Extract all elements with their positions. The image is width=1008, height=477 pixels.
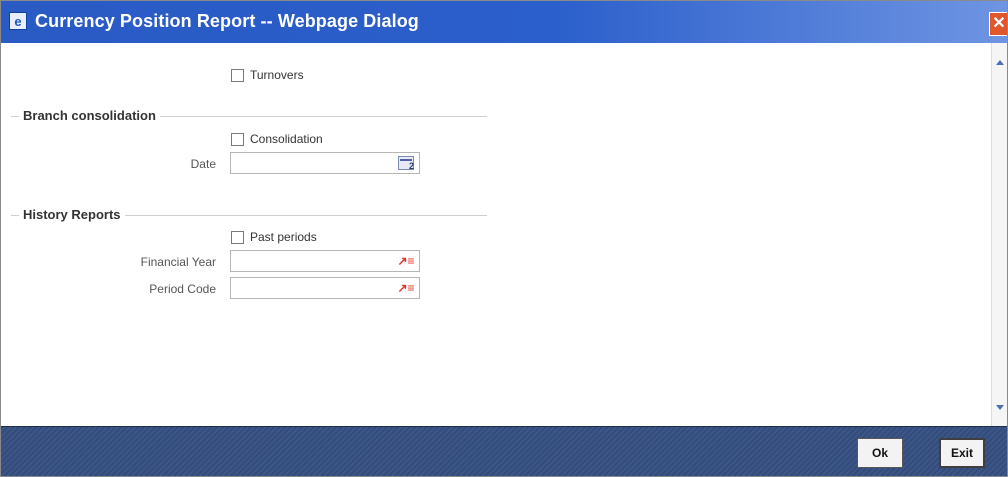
turnovers-checkbox[interactable] [231,68,244,82]
close-button[interactable]: ✕ [989,12,1007,36]
consolidation-label: Consolidation [250,132,323,146]
arrow-up-icon [996,59,1004,65]
financial-year-field[interactable] [230,250,420,272]
form-panel: Turnovers Branch consolidation Consolida… [1,43,992,426]
consolidation-row: Consolidation [231,132,323,146]
scroll-up-button[interactable] [993,55,1007,69]
ok-button[interactable]: Ok [857,438,903,468]
history-reports-title: History Reports [19,207,125,222]
list-of-values-icon: ↗≡ [397,281,415,295]
turnovers-label: Turnovers [250,68,304,82]
date-calendar-button[interactable]: 2 [395,152,417,174]
consolidation-checkbox[interactable] [231,132,244,146]
title-bar: e Currency Position Report -- Webpage Di… [1,1,1007,43]
calendar-icon: 2 [398,156,414,171]
e-icon: e [9,12,27,30]
date-label: Date [190,157,216,171]
list-of-values-icon: ↗≡ [397,254,415,268]
period-code-lov-button[interactable]: ↗≡ [395,277,417,299]
branch-consolidation-title: Branch consolidation [19,108,160,123]
scroll-down-button[interactable] [993,400,1007,414]
date-field[interactable] [230,152,420,174]
past-periods-label: Past periods [250,230,317,244]
financial-year-lov-button[interactable]: ↗≡ [395,250,417,272]
exit-button[interactable]: Exit [939,438,985,468]
turnovers-row: Turnovers [231,68,304,82]
window-title: Currency Position Report -- Webpage Dial… [35,11,419,31]
dialog-window: e Currency Position Report -- Webpage Di… [0,0,1008,477]
vertical-scrollbar[interactable] [991,43,1007,426]
past-periods-checkbox[interactable] [231,230,244,244]
period-code-field[interactable] [230,277,420,299]
past-periods-row: Past periods [231,230,317,244]
close-icon: ✕ [992,15,1006,32]
financial-year-label: Financial Year [140,255,216,269]
period-code-label: Period Code [149,282,216,296]
arrow-down-icon [996,404,1004,410]
